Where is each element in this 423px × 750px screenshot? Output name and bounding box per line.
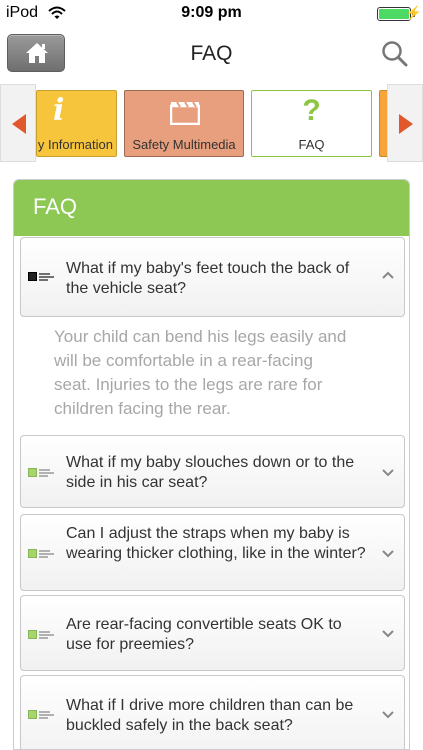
category-tile-information[interactable]: i y Information [36,90,117,157]
chevron-down-icon [382,469,394,477]
bolt-icon: ⚡ [405,5,422,20]
carousel-prev-button[interactable] [0,84,36,162]
search-button[interactable] [381,40,409,73]
carousel-next-button[interactable] [387,84,423,162]
hand-pointer-icon [28,548,56,560]
hand-pointer-icon [28,271,56,283]
faq-item[interactable]: Are rear-facing convertible seats OK to … [20,595,405,671]
category-tile-faq[interactable]: ? FAQ [251,90,372,157]
category-tile-safety-multimedia[interactable]: Safety Multimedia [124,90,244,157]
faq-item[interactable]: What if my baby slouches down or to the … [20,435,405,508]
question-icon: ? [302,94,321,127]
faq-item[interactable]: Can I adjust the straps when my baby is … [20,514,405,591]
search-icon [382,41,408,67]
category-label: y Information [37,137,113,152]
battery-level [379,9,409,19]
info-icon: i [53,93,65,128]
chevron-down-icon [382,630,394,638]
faq-item[interactable]: What if I drive more children than can b… [20,675,405,749]
hand-pointer-icon [28,629,56,641]
navigation-bar: FAQ [0,28,423,80]
arrow-right-icon [399,114,413,134]
hand-pointer-icon [28,709,56,721]
category-carousel: i y Information Safety Multimedia ? FAQ [0,84,423,162]
clock: 9:09 pm [181,4,242,21]
faq-answer: Your child can bend his legs easily and … [54,327,347,418]
faq-question: What if I drive more children than can b… [66,697,354,734]
faq-item[interactable]: What if my baby's feet touch the back of… [20,237,405,317]
status-bar: iPod 9:09 pm ⚡ [0,0,423,28]
chevron-down-icon [382,550,394,558]
faq-header-title: FAQ [33,194,78,219]
page-title: FAQ [190,42,233,65]
faq-question: Are rear-facing convertible seats OK to … [66,616,342,653]
hand-pointer-icon [28,467,56,479]
faq-question: What if my baby's feet touch the back of… [66,260,350,297]
category-label: FAQ [298,137,325,152]
chevron-down-icon [382,711,394,719]
clapperboard-icon [170,101,200,125]
category-label: Safety Multimedia [132,137,236,152]
faq-question: What if my baby slouches down or to the … [66,454,355,491]
faq-question: Can I adjust the straps when my baby is … [66,525,366,562]
faq-header: FAQ [14,180,409,236]
faq-panel: FAQ What if my baby's feet touch the bac… [13,179,410,750]
arrow-left-icon [12,114,26,134]
chevron-up-icon [382,271,394,279]
